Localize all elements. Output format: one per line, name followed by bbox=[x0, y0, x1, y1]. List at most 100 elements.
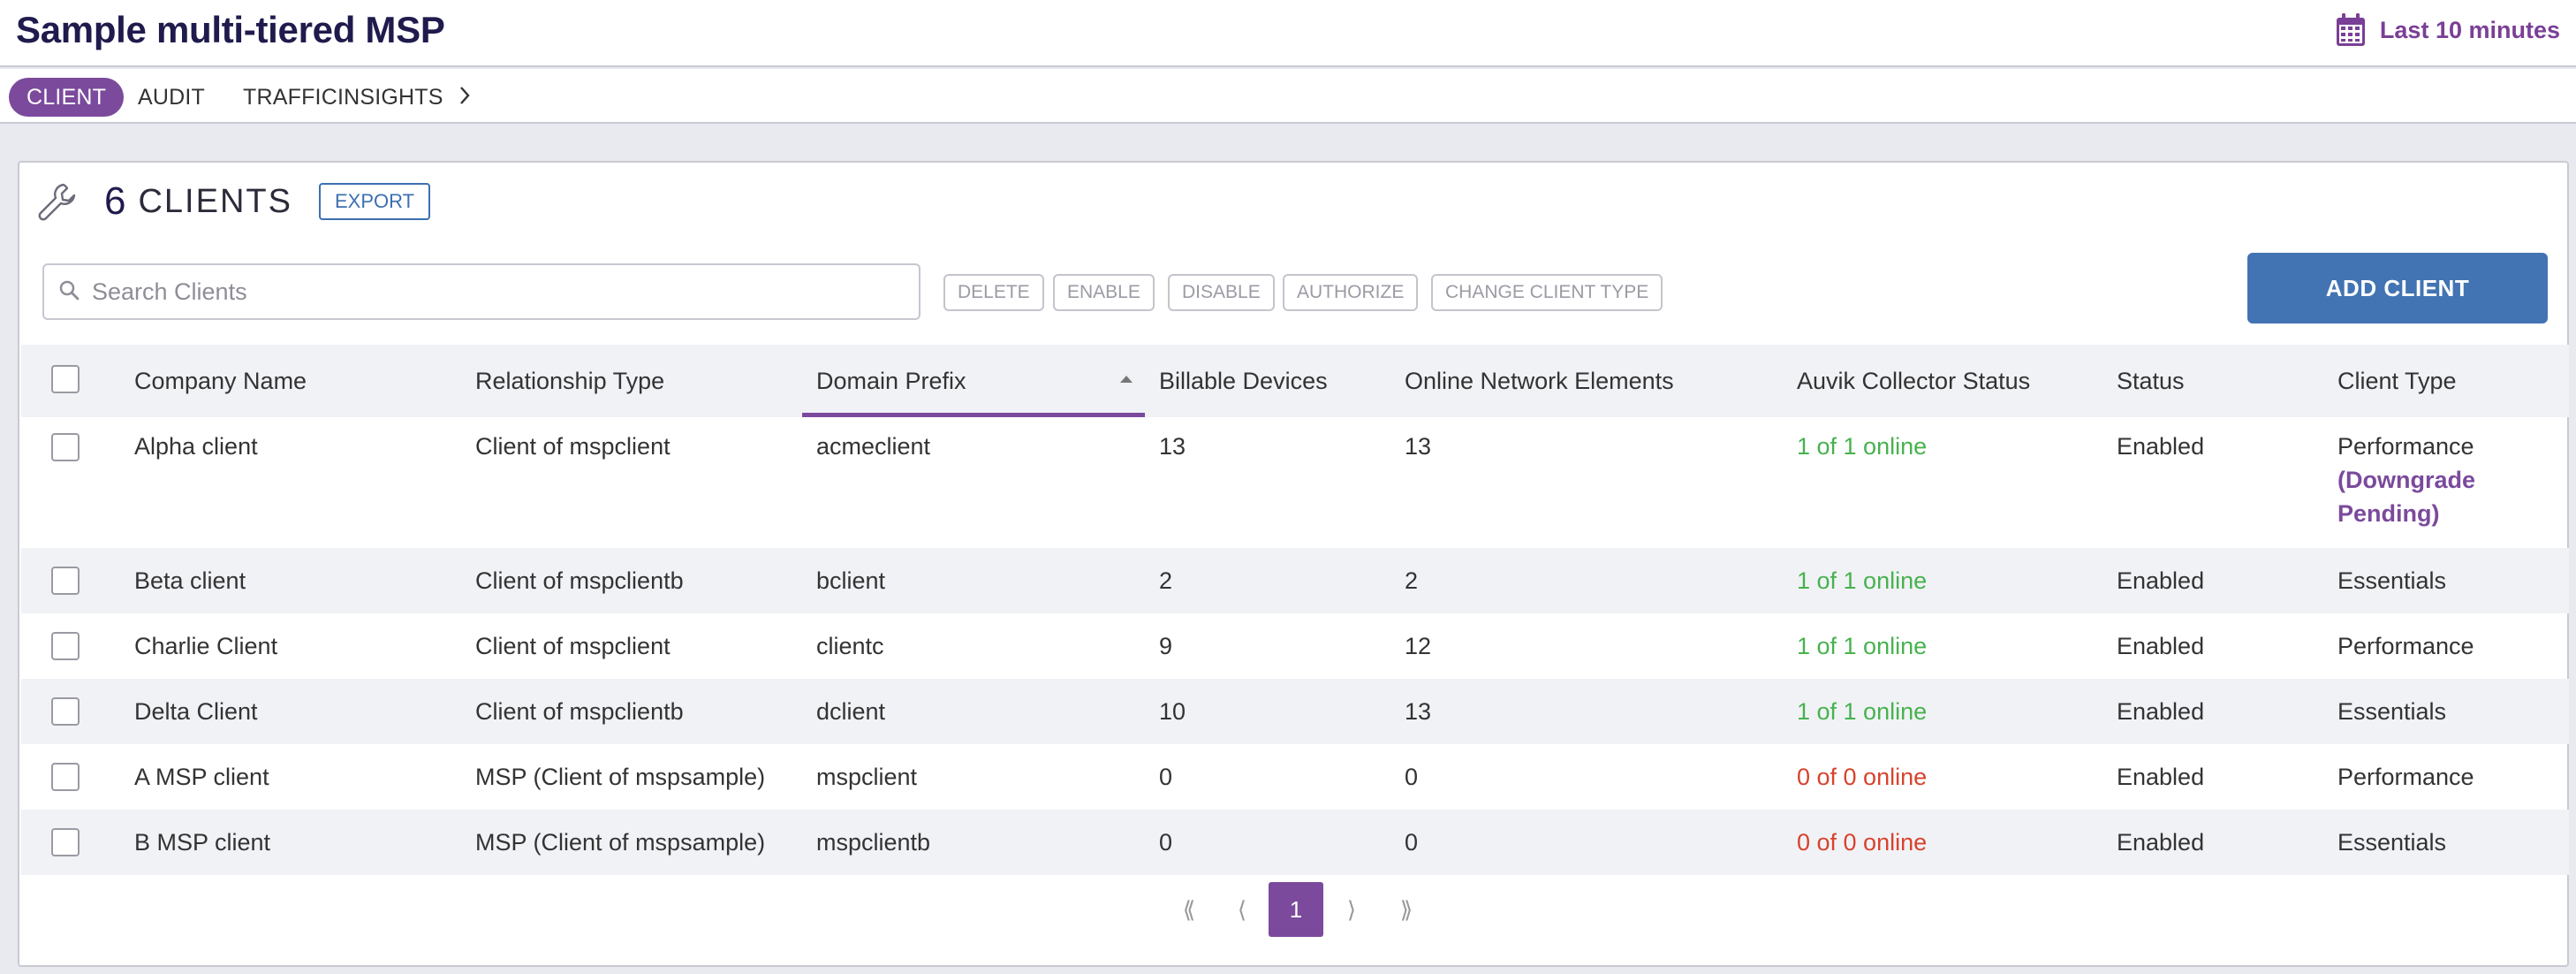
last-page-button[interactable]: ⟫ bbox=[1389, 882, 1424, 937]
table-header: Company Name Relationship Type Domain Pr… bbox=[21, 345, 2569, 417]
client-status: Enabled bbox=[2117, 633, 2205, 659]
downgrade-pending-link[interactable]: (Downgrade Pending) bbox=[2337, 463, 2541, 530]
page-1-button[interactable]: 1 bbox=[1269, 882, 1323, 937]
client-type: Essentials bbox=[2337, 698, 2447, 725]
row-checkbox[interactable] bbox=[51, 828, 80, 856]
company-name: B MSP client bbox=[134, 829, 271, 856]
disable-button[interactable]: DISABLE bbox=[1168, 274, 1275, 311]
enable-button[interactable]: ENABLE bbox=[1053, 274, 1155, 311]
row-checkbox[interactable] bbox=[51, 763, 80, 791]
domain-prefix: clientc bbox=[816, 633, 884, 659]
billable-devices: 10 bbox=[1159, 698, 1186, 725]
billable-devices: 0 bbox=[1159, 829, 1173, 856]
client-status: Enabled bbox=[2117, 764, 2205, 790]
client-type: Essentials bbox=[2337, 829, 2447, 856]
row-checkbox[interactable] bbox=[51, 697, 80, 726]
collector-status: 1 of 1 online bbox=[1797, 433, 1928, 460]
export-button[interactable]: EXPORT bbox=[318, 183, 431, 220]
domain-prefix: dclient bbox=[816, 698, 886, 725]
wrench-icon bbox=[37, 181, 78, 222]
online-network-elements: 13 bbox=[1405, 698, 1432, 725]
card-header: 6 CLIENTS EXPORT bbox=[37, 175, 431, 228]
domain-prefix: mspclient bbox=[816, 764, 918, 790]
domain-prefix: bclient bbox=[816, 567, 886, 594]
client-status: Enabled bbox=[2117, 829, 2205, 856]
collector-status: 0 of 0 online bbox=[1797, 829, 1928, 856]
company-name: Beta client bbox=[134, 567, 246, 594]
time-range-selector[interactable]: Last 10 minutes bbox=[2336, 12, 2560, 48]
company-name: A MSP client bbox=[134, 764, 269, 790]
client-type: Performance bbox=[2337, 633, 2474, 659]
change-client-type-button[interactable]: CHANGE CLIENT TYPE bbox=[1431, 274, 1663, 311]
collector-status: 1 of 1 online bbox=[1797, 567, 1928, 594]
table-row[interactable]: Alpha client Client of mspclient acmecli… bbox=[21, 417, 2569, 548]
client-type-label: Performance bbox=[2337, 433, 2474, 460]
column-header-domain-prefix[interactable]: Domain Prefix bbox=[802, 345, 1145, 417]
clients-count-label: CLIENTS bbox=[138, 182, 292, 220]
row-checkbox[interactable] bbox=[51, 567, 80, 595]
online-network-elements: 13 bbox=[1405, 433, 1432, 460]
tab-trafficinsights[interactable]: TRAFFICINSIGHTS bbox=[243, 78, 471, 117]
online-network-elements: 0 bbox=[1405, 829, 1419, 856]
online-network-elements: 2 bbox=[1405, 567, 1419, 594]
row-checkbox[interactable] bbox=[51, 632, 80, 660]
search-icon bbox=[58, 279, 80, 305]
authorize-button[interactable]: AUTHORIZE bbox=[1283, 274, 1419, 311]
row-checkbox[interactable] bbox=[51, 433, 80, 461]
relationship-type: Client of mspclient bbox=[475, 433, 671, 460]
client-status: Enabled bbox=[2117, 698, 2205, 725]
column-header-domain-prefix-label: Domain Prefix bbox=[816, 368, 966, 394]
tab-audit[interactable]: AUDIT bbox=[138, 78, 205, 117]
table-row[interactable]: Beta client Client of mspclientb bclient… bbox=[21, 548, 2569, 613]
add-client-button[interactable]: ADD CLIENT bbox=[2247, 253, 2548, 323]
select-all-checkbox[interactable] bbox=[51, 365, 80, 393]
next-page-button[interactable]: ⟩ bbox=[1334, 882, 1369, 937]
client-type: Performance (Downgrade Pending) bbox=[2337, 430, 2541, 530]
collector-status: 1 of 1 online bbox=[1797, 698, 1928, 725]
column-header-status[interactable]: Status bbox=[2117, 345, 2185, 417]
column-header-collector-status[interactable]: Auvik Collector Status bbox=[1797, 345, 2030, 417]
column-header-online-network-elements[interactable]: Online Network Elements bbox=[1405, 345, 1674, 417]
column-header-billable-devices[interactable]: Billable Devices bbox=[1159, 345, 1328, 417]
tab-bar: CLIENT AUDIT TRAFFICINSIGHTS bbox=[0, 69, 2576, 124]
billable-devices: 9 bbox=[1159, 633, 1173, 659]
table-row[interactable]: Delta Client Client of mspclientb dclien… bbox=[21, 679, 2569, 744]
client-status: Enabled bbox=[2117, 567, 2205, 594]
table-row[interactable]: B MSP client MSP (Client of mspsample) m… bbox=[21, 810, 2569, 875]
relationship-type: Client of mspclient bbox=[475, 633, 671, 659]
page-title: Sample multi-tiered MSP bbox=[16, 9, 445, 50]
relationship-type: Client of mspclientb bbox=[475, 698, 684, 725]
previous-page-button[interactable]: ⟨ bbox=[1224, 882, 1260, 937]
first-page-button[interactable]: ⟪ bbox=[1171, 882, 1207, 937]
billable-devices: 2 bbox=[1159, 567, 1173, 594]
column-header-client-type[interactable]: Client Type bbox=[2337, 345, 2457, 417]
client-status: Enabled bbox=[2117, 433, 2205, 460]
column-header-company-name[interactable]: Company Name bbox=[134, 345, 307, 417]
chevron-right-icon bbox=[458, 79, 471, 118]
billable-devices: 0 bbox=[1159, 764, 1173, 790]
search-input[interactable] bbox=[92, 278, 887, 306]
table-row[interactable]: Charlie Client Client of mspclient clien… bbox=[21, 613, 2569, 679]
client-type: Performance bbox=[2337, 764, 2474, 790]
client-type: Essentials bbox=[2337, 567, 2447, 594]
sort-ascending-icon bbox=[1120, 376, 1133, 383]
company-name: Charlie Client bbox=[134, 633, 278, 659]
domain-prefix: mspclientb bbox=[816, 829, 931, 856]
delete-button[interactable]: DELETE bbox=[943, 274, 1044, 311]
column-header-relationship-type[interactable]: Relationship Type bbox=[475, 345, 664, 417]
calendar-icon bbox=[2336, 13, 2366, 47]
collector-status: 1 of 1 online bbox=[1797, 633, 1928, 659]
time-range-label: Last 10 minutes bbox=[2379, 16, 2560, 43]
company-name: Delta Client bbox=[134, 698, 258, 725]
page-header: Sample multi-tiered MSP Last 10 minutes bbox=[0, 0, 2576, 67]
relationship-type: Client of mspclientb bbox=[475, 567, 684, 594]
relationship-type: MSP (Client of mspsample) bbox=[475, 829, 766, 856]
tab-client[interactable]: CLIENT bbox=[9, 78, 125, 117]
billable-devices: 13 bbox=[1159, 433, 1186, 460]
company-name: Alpha client bbox=[134, 433, 258, 460]
relationship-type: MSP (Client of mspsample) bbox=[475, 764, 766, 790]
search-box[interactable] bbox=[42, 263, 921, 320]
table-row[interactable]: A MSP client MSP (Client of mspsample) m… bbox=[21, 744, 2569, 810]
domain-prefix: acmeclient bbox=[816, 433, 931, 460]
online-network-elements: 0 bbox=[1405, 764, 1419, 790]
